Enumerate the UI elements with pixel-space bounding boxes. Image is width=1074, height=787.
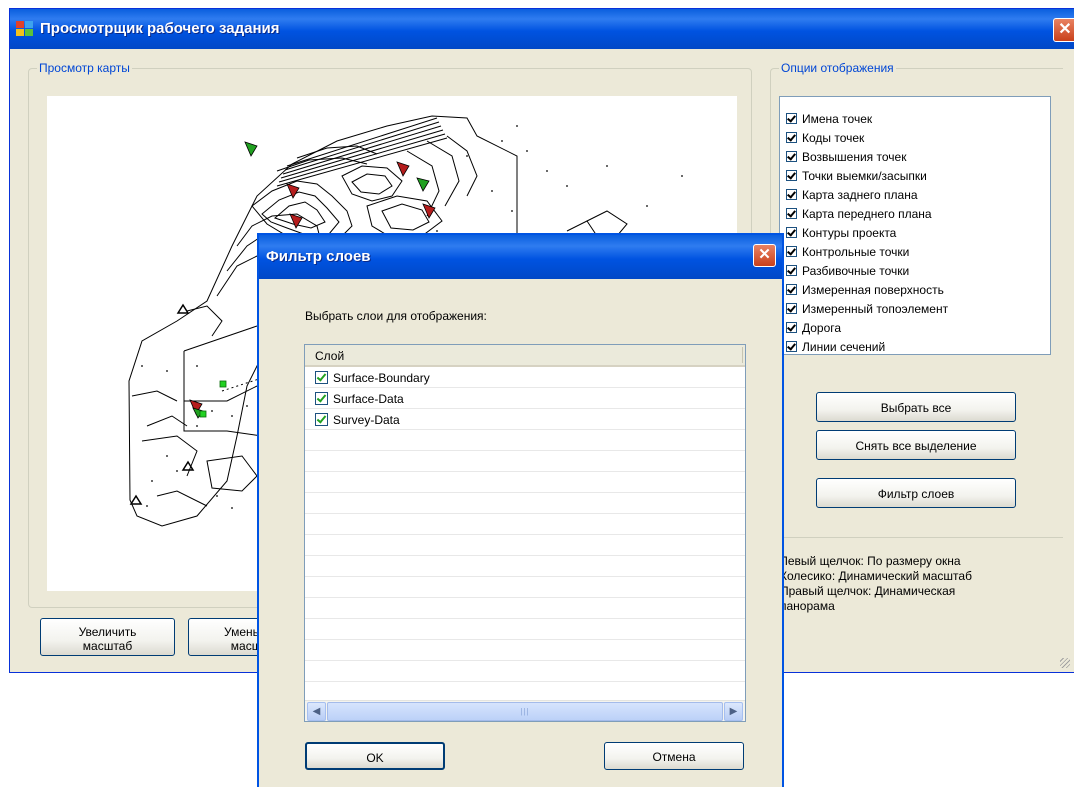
hint-wheel: Колесико: Динамический масштаб <box>780 569 972 583</box>
map-view-title: Просмотр карты <box>37 61 132 75</box>
option-point-elevations[interactable]: Возвышения точек <box>786 147 906 166</box>
option-foreground-map[interactable]: Карта переднего плана <box>786 204 932 223</box>
option-label: Карта заднего плана <box>802 187 918 202</box>
option-label: Линии сечений <box>802 339 886 354</box>
zoom-in-button[interactable]: Увеличить масштаб <box>40 618 175 656</box>
layer-list[interactable]: Слой Surface-Boundary Surface-Data Surve… <box>304 344 746 722</box>
checkbox-icon[interactable] <box>786 284 797 295</box>
layer-row[interactable]: Surface-Data <box>305 388 745 409</box>
option-measured-topo[interactable]: Измеренный топоэлемент <box>786 299 948 318</box>
hint-right-click: Правый щелчок: Динамическая <box>780 584 956 598</box>
dialog-prompt: Выбрать слои для отображения: <box>305 309 487 323</box>
layer-filter-dialog: Фильтр слоев ✕ Выбрать слои для отображе… <box>257 233 784 787</box>
option-point-codes[interactable]: Коды точек <box>786 128 864 147</box>
option-label: Контрольные точки <box>802 244 910 259</box>
layer-name: Surface-Boundary <box>333 370 430 385</box>
option-design-contours[interactable]: Контуры проекта <box>786 223 896 242</box>
checkbox-icon[interactable] <box>315 371 328 384</box>
option-measured-surface[interactable]: Измеренная поверхность <box>786 280 944 299</box>
dialog-title-bar[interactable]: Фильтр слоев ✕ <box>259 235 782 279</box>
checkbox-icon[interactable] <box>786 246 797 257</box>
checkbox-icon[interactable] <box>786 341 797 352</box>
deselect-all-button[interactable]: Снять все выделение <box>816 430 1016 460</box>
layer-rows: Surface-Boundary Surface-Data Survey-Dat… <box>305 367 745 699</box>
scroll-left-icon[interactable]: ◀ <box>307 702 326 721</box>
checkbox-icon[interactable] <box>786 208 797 219</box>
layer-name: Surface-Data <box>333 391 404 406</box>
option-stakeout-points[interactable]: Разбивочные точки <box>786 261 909 280</box>
checkbox-icon[interactable] <box>786 170 797 181</box>
layer-row[interactable]: Surface-Boundary <box>305 367 745 388</box>
close-icon[interactable]: ✕ <box>1053 18 1074 42</box>
option-label: Коды точек <box>802 130 865 145</box>
hint-left-click: Левый щелчок: По размеру окна <box>780 554 961 568</box>
scroll-right-icon[interactable]: ▶ <box>724 702 743 721</box>
option-label: Возвышения точек <box>802 149 907 164</box>
option-background-map[interactable]: Карта заднего плана <box>786 185 918 204</box>
layer-row[interactable]: Survey-Data <box>305 409 745 430</box>
scroll-thumb[interactable]: ||| <box>327 702 723 721</box>
dialog-title: Фильтр слоев <box>266 248 371 265</box>
checkbox-icon[interactable] <box>786 303 797 314</box>
option-label: Имена точек <box>802 111 873 126</box>
zoom-in-label-1: Увеличить <box>78 624 137 639</box>
checkbox-icon[interactable] <box>786 189 797 200</box>
option-label: Контуры проекта <box>802 225 897 240</box>
checkbox-icon[interactable] <box>786 151 797 162</box>
display-options-title: Опции отображения <box>779 61 896 75</box>
checkbox-icon[interactable] <box>786 132 797 143</box>
checkbox-icon[interactable] <box>786 265 797 276</box>
hint-right-click-cont: панорама <box>780 599 835 613</box>
horizontal-scrollbar[interactable]: ◀ ||| ▶ <box>305 700 745 721</box>
layer-name: Survey-Data <box>333 412 400 427</box>
column-divider[interactable] <box>742 347 743 363</box>
title-bar[interactable]: Просмотрщик рабочего задания ✕ <box>10 9 1074 49</box>
resize-grip-icon[interactable] <box>1060 658 1070 668</box>
checkbox-icon[interactable] <box>315 413 328 426</box>
ok-button[interactable]: OK <box>305 742 445 770</box>
display-options-list[interactable]: Имена точек Коды точек Возвышения точек … <box>779 96 1051 355</box>
checkbox-icon[interactable] <box>786 227 797 238</box>
cancel-button[interactable]: Отмена <box>604 742 744 770</box>
option-section-lines[interactable]: Линии сечений <box>786 337 885 356</box>
option-road[interactable]: Дорога <box>786 318 841 337</box>
checkbox-icon[interactable] <box>786 113 797 124</box>
option-control-points[interactable]: Контрольные точки <box>786 242 909 261</box>
option-label: Измеренный топоэлемент <box>802 301 949 316</box>
option-label: Измеренная поверхность <box>802 282 944 297</box>
option-label: Точки выемки/засыпки <box>802 168 927 183</box>
window-title: Просмотрщик рабочего задания <box>40 20 280 37</box>
layer-filter-button[interactable]: Фильтр слоев <box>816 478 1016 508</box>
option-label: Карта переднего плана <box>802 206 932 221</box>
option-point-names[interactable]: Имена точек <box>786 109 872 128</box>
layer-column-header[interactable]: Слой <box>305 345 745 367</box>
close-icon[interactable]: ✕ <box>753 244 776 267</box>
select-all-button[interactable]: Выбрать все <box>816 392 1016 422</box>
app-icon <box>16 21 34 37</box>
option-cut-fill-points[interactable]: Точки выемки/засыпки <box>786 166 927 185</box>
option-label: Разбивочные точки <box>802 263 910 278</box>
zoom-in-label-2: масштаб <box>82 638 133 653</box>
column-header-label: Слой <box>315 349 345 363</box>
checkbox-icon[interactable] <box>315 392 328 405</box>
checkbox-icon[interactable] <box>786 322 797 333</box>
option-label: Дорога <box>802 320 842 335</box>
